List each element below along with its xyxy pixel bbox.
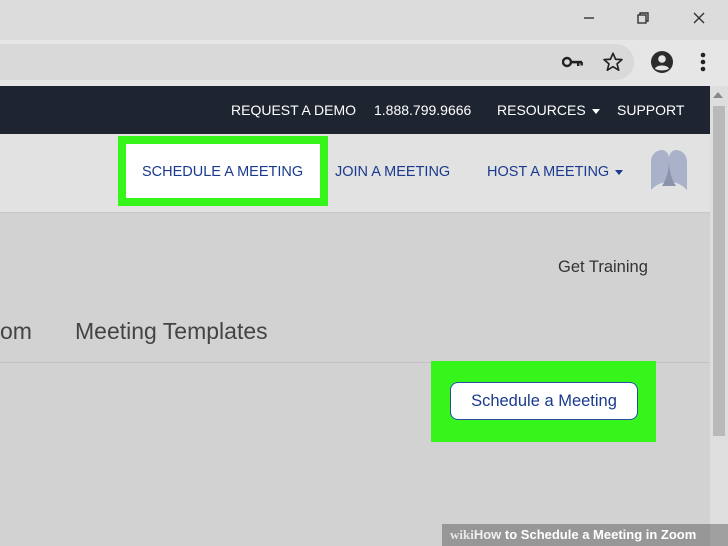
host-meeting-label: HOST A MEETING [487,164,610,180]
star-icon[interactable] [600,49,626,75]
avatar[interactable] [648,150,690,190]
scrollbar-thumb[interactable] [713,106,725,436]
browser-title-bar [0,0,728,40]
tab-room[interactable]: om [0,318,32,345]
support-link[interactable]: SUPPORT [617,86,684,134]
close-icon[interactable] [684,6,714,30]
address-bar[interactable] [0,44,634,80]
resources-label: RESOURCES [497,102,586,118]
account-icon[interactable] [649,49,675,75]
more-vert-icon[interactable] [690,49,716,75]
chevron-down-icon [591,108,600,114]
watermark: wikiHow to Schedule a Meeting in Zoom [442,524,728,546]
scroll-up-arrow-icon[interactable] [713,92,723,98]
tab-meeting-templates[interactable]: Meeting Templates [75,318,268,345]
key-icon[interactable] [560,49,586,75]
chevron-down-icon [615,169,624,175]
minimize-icon[interactable] [574,6,604,30]
host-meeting-menu[interactable]: HOST A MEETING [487,160,624,184]
resources-menu[interactable]: RESOURCES [497,86,600,134]
restore-icon[interactable] [628,6,658,30]
request-demo-link[interactable]: REQUEST A DEMO [231,86,356,134]
schedule-meeting-button[interactable]: Schedule a Meeting [450,382,638,420]
watermark-title: to Schedule a Meeting in Zoom [501,527,697,542]
watermark-wiki: wiki [450,527,474,542]
watermark-how: How [473,527,502,542]
join-meeting-link[interactable]: JOIN A MEETING [335,160,450,184]
schedule-meeting-link[interactable]: SCHEDULE A MEETING [142,160,303,184]
phone-number-link[interactable]: 1.888.799.9666 [374,86,471,134]
get-training-link[interactable]: Get Training [558,258,648,277]
